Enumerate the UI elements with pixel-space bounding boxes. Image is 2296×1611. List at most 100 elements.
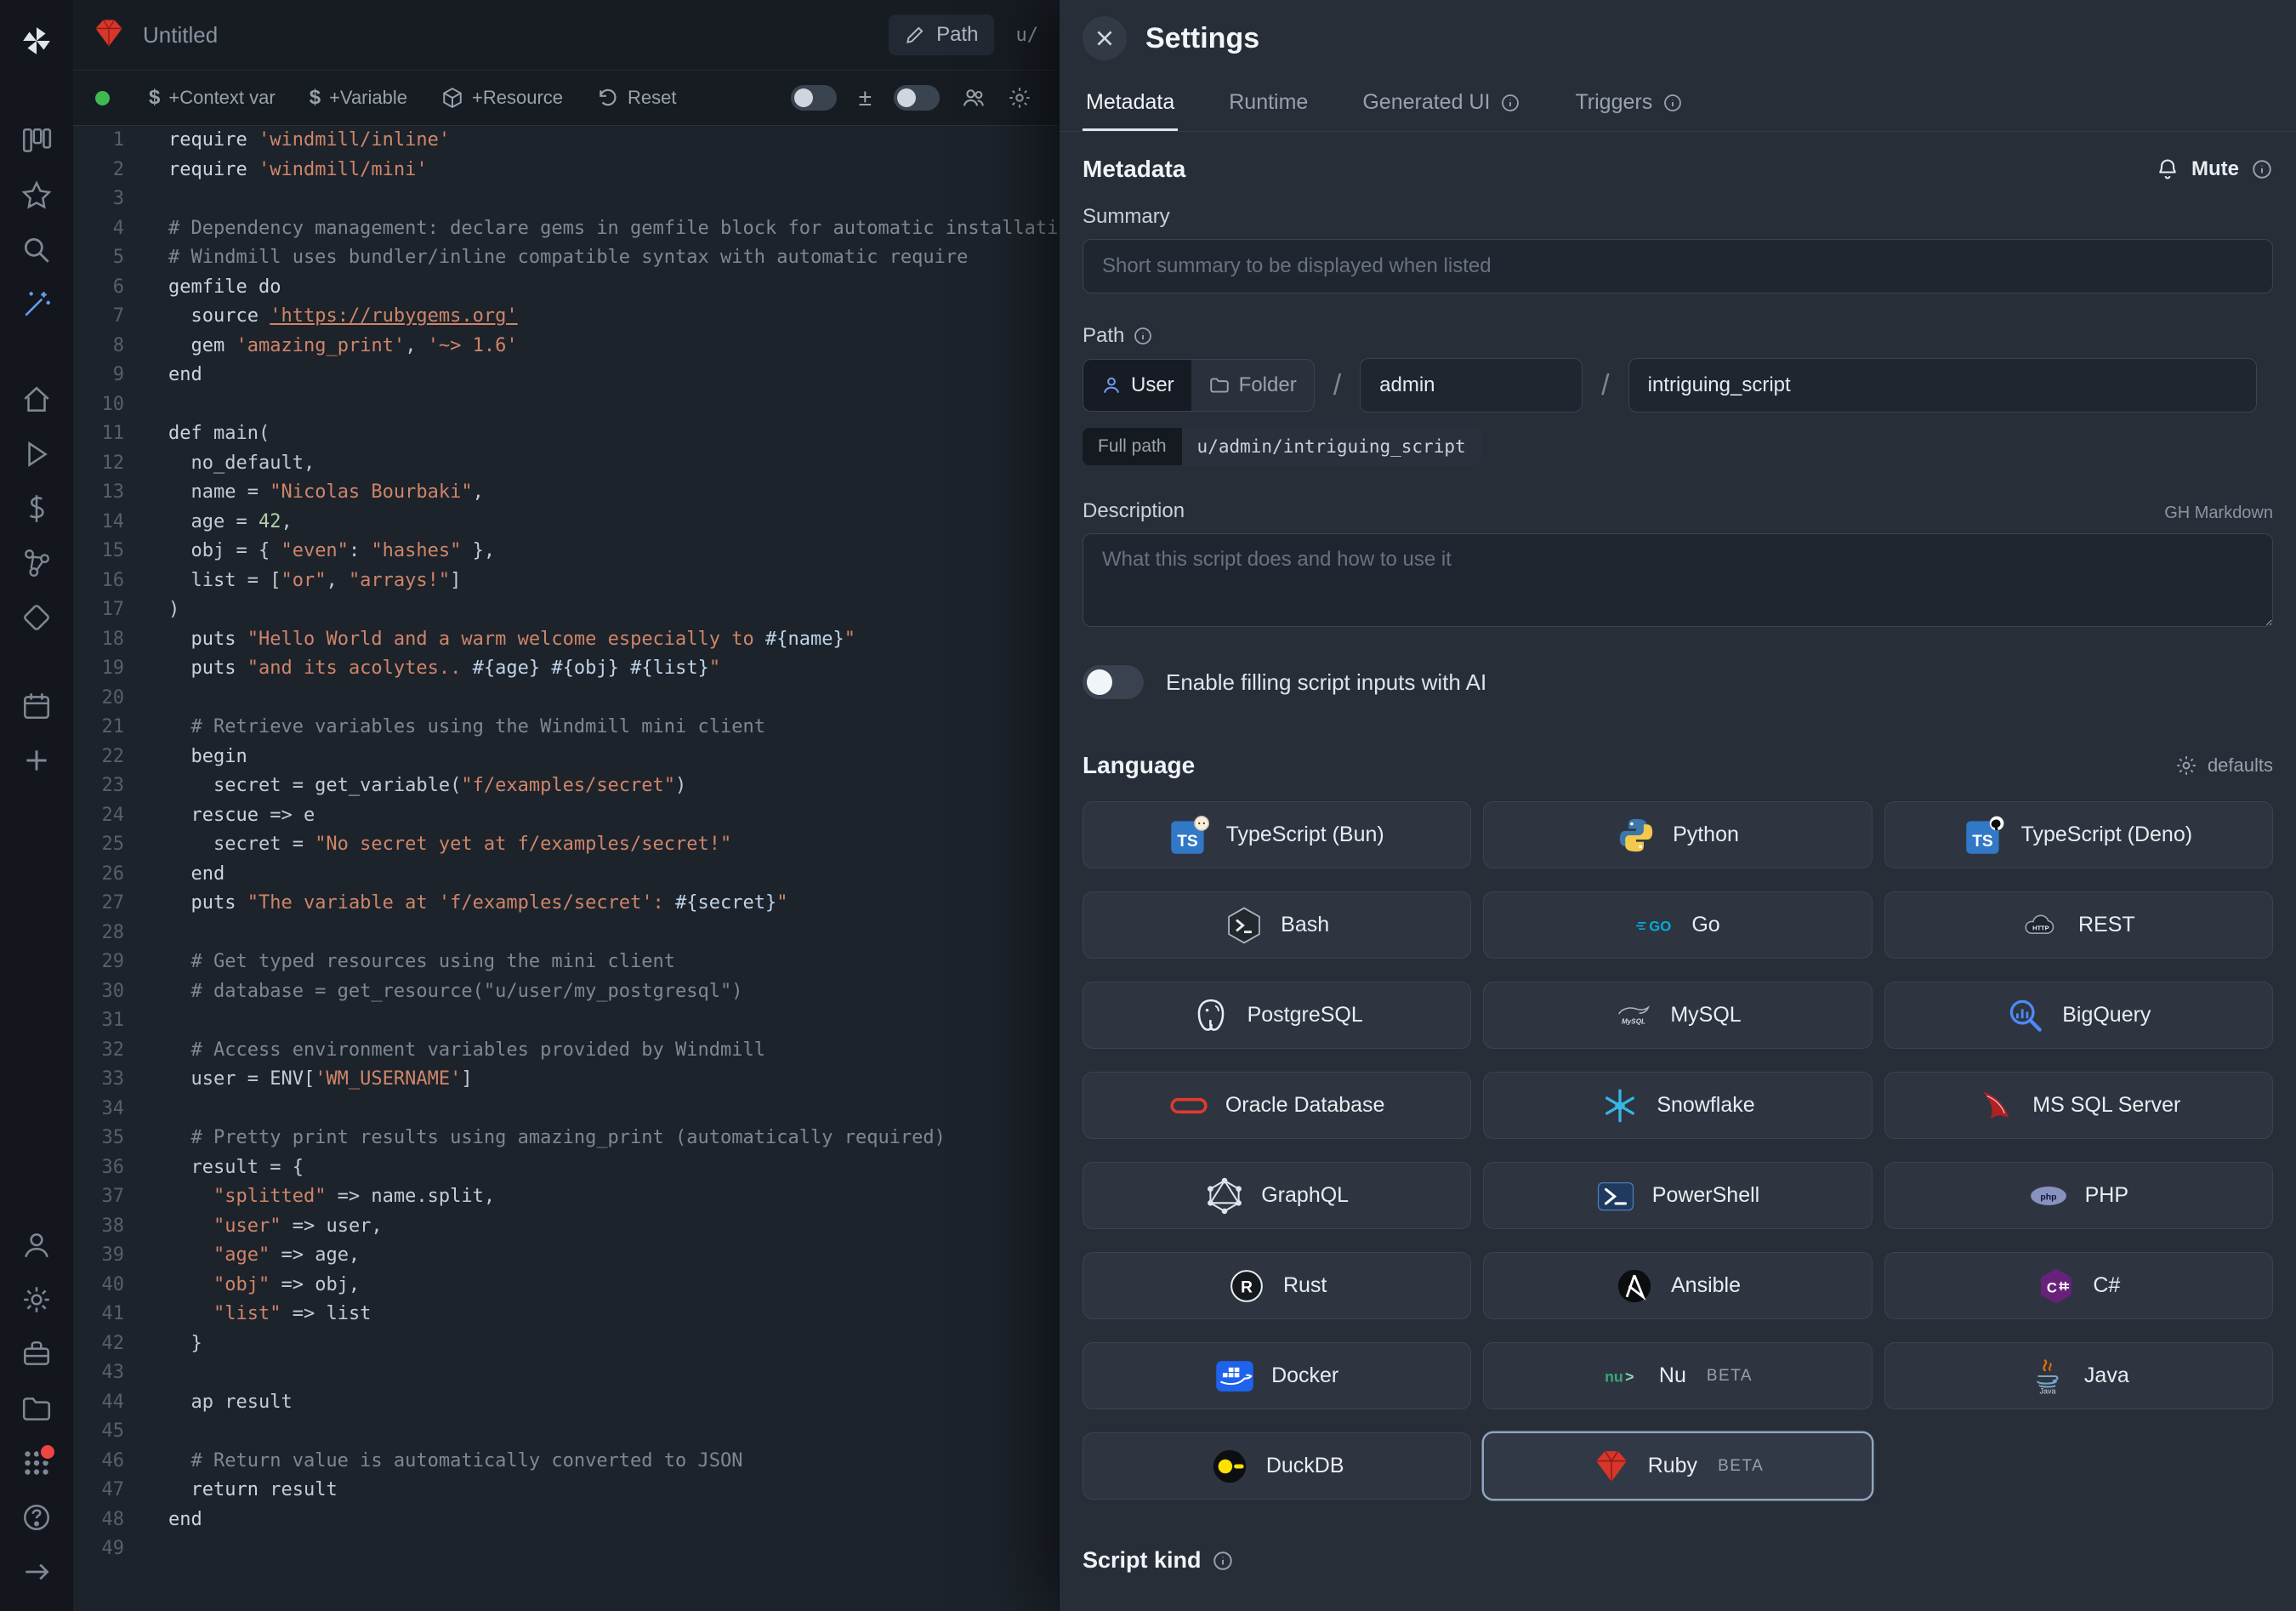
tab-metadata[interactable]: Metadata: [1083, 77, 1178, 131]
language-option-rust[interactable]: RRust: [1083, 1252, 1471, 1319]
user-icon[interactable]: [9, 1218, 64, 1272]
svg-text:C: C: [2047, 1279, 2057, 1295]
settings-title: Settings: [1145, 22, 1259, 55]
collaborators-icon[interactable]: [962, 86, 986, 110]
ai-wand-icon[interactable]: [9, 277, 64, 332]
settings-tabs: Metadata Runtime Generated UI Triggers: [1060, 77, 2296, 132]
language-option-mysql[interactable]: MySQLMySQL: [1483, 982, 1872, 1049]
runs-icon[interactable]: [9, 427, 64, 481]
postgresql-icon: [1191, 996, 1230, 1035]
collapse-sidebar-icon[interactable]: [9, 1545, 64, 1599]
script-title-input[interactable]: [143, 22, 585, 48]
svg-text:TS: TS: [1972, 832, 1993, 850]
language-option-bash[interactable]: Bash: [1083, 891, 1471, 959]
svg-text:R: R: [1241, 1278, 1253, 1296]
info-icon[interactable]: [1133, 326, 1153, 346]
apps-grid-icon[interactable]: [9, 1436, 64, 1490]
tab-runtime[interactable]: Runtime: [1225, 77, 1311, 131]
search-icon[interactable]: [9, 223, 64, 277]
collab-toggle[interactable]: [894, 85, 940, 111]
workspace-icon[interactable]: [9, 1327, 64, 1381]
graphql-icon: [1205, 1176, 1244, 1215]
path-name-input[interactable]: [1628, 358, 2257, 413]
folders-icon[interactable]: [9, 1381, 64, 1436]
language-option-docker[interactable]: Docker: [1083, 1342, 1471, 1409]
path-owner-input[interactable]: [1360, 358, 1583, 413]
description-textarea[interactable]: [1083, 533, 2273, 627]
language-defaults-button[interactable]: defaults: [2175, 754, 2273, 777]
schedules-icon[interactable]: [9, 590, 64, 645]
language-option-typescript-deno[interactable]: TSTypeScript (Deno): [1884, 801, 2273, 868]
language-option-csharp[interactable]: CC#: [1884, 1252, 2273, 1319]
summary-input[interactable]: [1083, 239, 2273, 293]
resources-icon[interactable]: [9, 536, 64, 590]
owner-kind-folder[interactable]: Folder: [1191, 360, 1314, 411]
ai-fill-label: Enable filling script inputs with AI: [1166, 669, 1486, 696]
tab-generated-ui[interactable]: Generated UI: [1359, 77, 1524, 131]
help-icon[interactable]: [9, 1490, 64, 1545]
language-option-postgresql[interactable]: PostgreSQL: [1083, 982, 1471, 1049]
context-var-icon: $: [149, 86, 160, 110]
language-option-go[interactable]: GO Go: [1483, 891, 1872, 959]
language-option-duckdb[interactable]: DuckDB: [1083, 1432, 1471, 1500]
diff-icon: ±: [859, 84, 872, 111]
home-icon[interactable]: [9, 373, 64, 427]
star-icon[interactable]: [9, 168, 64, 223]
add-context-var-button[interactable]: $ +Context var: [137, 79, 287, 117]
language-option-nu[interactable]: nu>NuBETA: [1483, 1342, 1872, 1409]
language-option-graphql[interactable]: GraphQL: [1083, 1162, 1471, 1229]
language-option-typescript-bun[interactable]: TSTypeScript (Bun): [1083, 801, 1471, 868]
language-option-snowflake[interactable]: Snowflake: [1483, 1072, 1872, 1139]
rest-icon: HTTP: [2022, 906, 2061, 945]
go-icon: GO: [1635, 906, 1674, 945]
language-option-rest[interactable]: HTTPREST: [1884, 891, 2273, 959]
left-rail: [0, 0, 73, 1611]
diff-toggle[interactable]: [791, 85, 837, 111]
tab-label: Metadata: [1086, 90, 1174, 115]
language-label: DuckDB: [1266, 1454, 1344, 1478]
typescript-bun-icon: TS: [1170, 816, 1209, 855]
language-option-bigquery[interactable]: BigQuery: [1884, 982, 2273, 1049]
typescript-deno-icon: TS: [1965, 816, 2004, 855]
person-icon: [1100, 374, 1122, 396]
close-icon[interactable]: [1083, 16, 1127, 60]
language-option-powershell[interactable]: PowerShell: [1483, 1162, 1872, 1229]
calendar-icon[interactable]: [9, 679, 64, 733]
svg-text:MySQL: MySQL: [1622, 1017, 1645, 1025]
info-icon: [1500, 93, 1520, 113]
variable-icon: $: [310, 86, 321, 110]
path-button[interactable]: Path: [889, 14, 993, 55]
editor-settings-icon[interactable]: [1008, 86, 1031, 110]
language-label: BigQuery: [2062, 1003, 2151, 1028]
tab-label: Runtime: [1229, 90, 1308, 115]
variables-icon[interactable]: [9, 481, 64, 536]
owner-folder-label: Folder: [1239, 373, 1297, 397]
info-icon[interactable]: [1212, 1550, 1234, 1572]
add-variable-button[interactable]: $ +Variable: [298, 79, 419, 117]
language-label: Java: [2084, 1363, 2129, 1388]
language-option-oracle[interactable]: Oracle Database: [1083, 1072, 1471, 1139]
language-option-php[interactable]: phpPHP: [1884, 1162, 2273, 1229]
reset-button[interactable]: Reset: [585, 80, 688, 116]
metadata-heading: Metadata: [1083, 156, 1185, 183]
language-option-java[interactable]: Java Java: [1884, 1342, 2273, 1409]
svg-text:nu: nu: [1605, 1368, 1623, 1385]
language-option-ruby[interactable]: RubyBETA: [1483, 1432, 1872, 1500]
language-option-ansible[interactable]: Ansible: [1483, 1252, 1872, 1319]
board-icon[interactable]: [9, 114, 64, 168]
info-icon[interactable]: [2251, 158, 2273, 180]
add-icon[interactable]: [9, 733, 64, 788]
owner-kind-user[interactable]: User: [1083, 360, 1191, 411]
language-label: Go: [1691, 913, 1719, 937]
svg-text:Java: Java: [2039, 1386, 2055, 1395]
gear-icon: [2175, 754, 2197, 777]
language-option-mssql[interactable]: MS SQL Server: [1884, 1072, 2273, 1139]
settings-gear-icon[interactable]: [9, 1272, 64, 1327]
ai-fill-toggle[interactable]: [1083, 665, 1144, 699]
tab-triggers[interactable]: Triggers: [1571, 77, 1686, 131]
add-resource-button[interactable]: +Resource: [429, 80, 575, 116]
language-option-python[interactable]: Python: [1483, 801, 1872, 868]
mute-toggle[interactable]: Mute: [2191, 157, 2239, 181]
python-icon: [1617, 816, 1656, 855]
path-label: Path: [1083, 324, 2273, 348]
